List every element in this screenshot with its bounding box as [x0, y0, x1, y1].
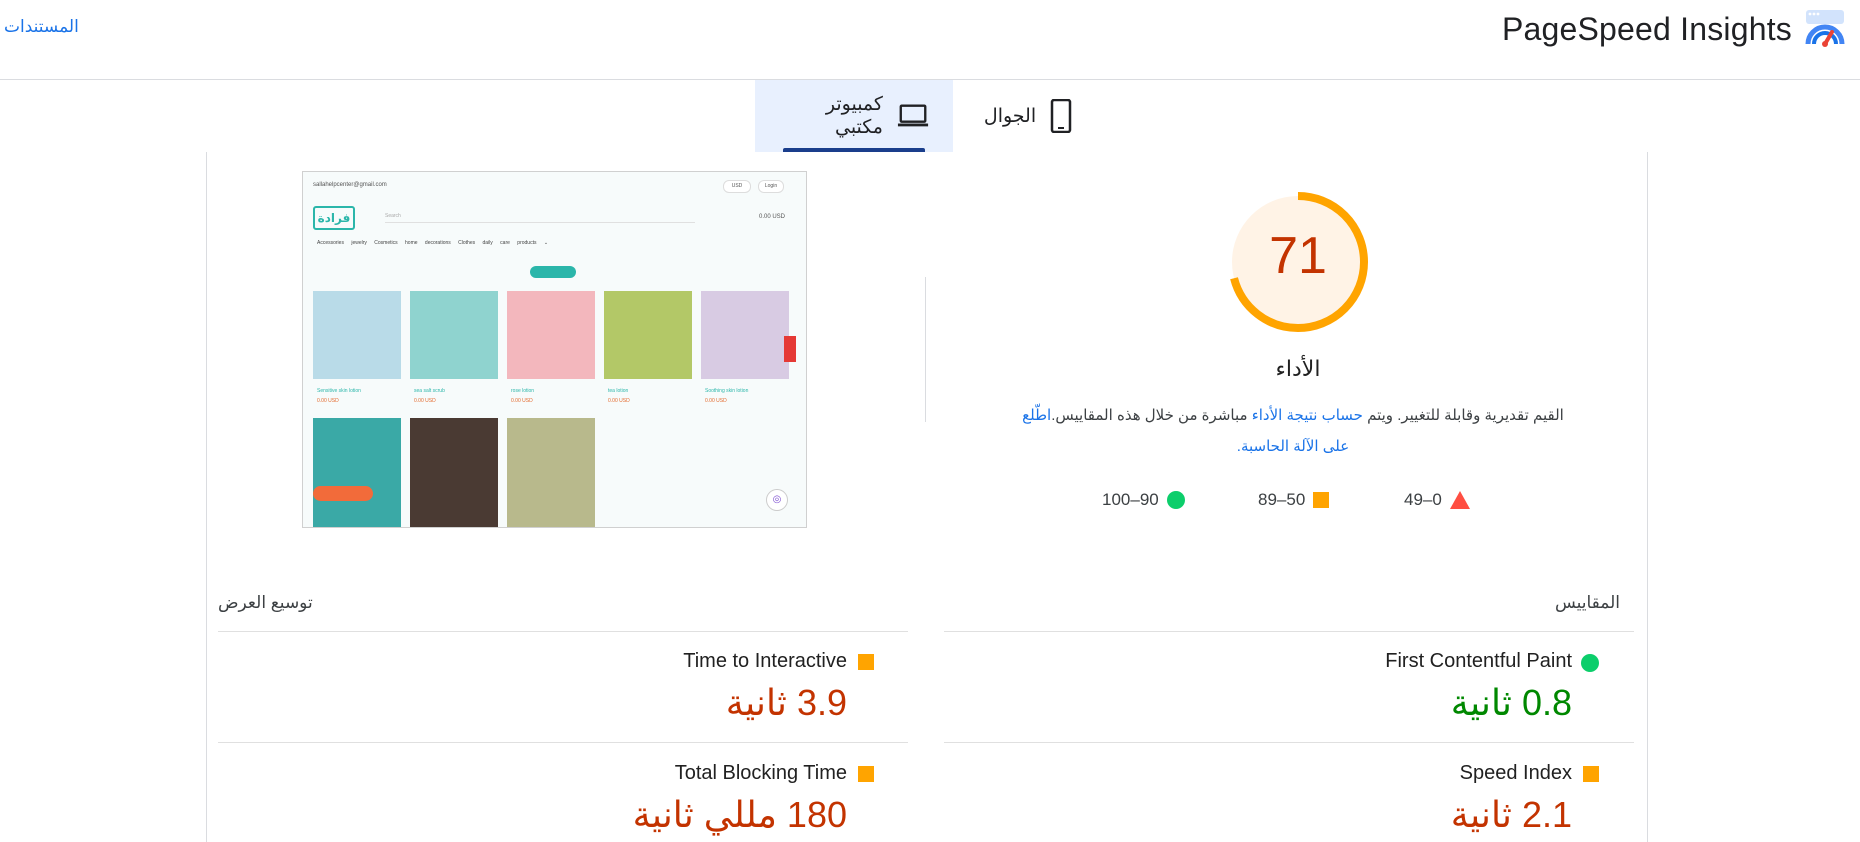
docs-link[interactable]: المستندات: [4, 17, 79, 37]
page-screenshot[interactable]: sallahelpcenter@gmail.com USD Login فراد…: [302, 171, 807, 528]
brand[interactable]: PageSpeed Insights: [1502, 8, 1846, 50]
circle-green-icon: [1581, 654, 1599, 672]
divider: [925, 277, 926, 422]
legend-poor: 0–49: [1404, 490, 1470, 510]
ss-nav: Accessories jewelry Cosmetics home decor…: [317, 240, 549, 246]
ss-product-image: [701, 291, 789, 379]
ss-logo: فرادة: [313, 206, 355, 230]
score-calc-link[interactable]: حساب نتيجة الأداء: [1252, 407, 1363, 424]
triangle-red-icon: [1449, 491, 1470, 509]
ss-cta-button: [530, 266, 576, 278]
ss-product-name: rose lotion: [511, 388, 535, 394]
legend-average-range: 50–89: [1258, 490, 1306, 509]
metric-tti-value: 3.9 ثانية: [725, 682, 847, 723]
ss-chat-icon: ◎: [766, 489, 788, 511]
legend-average: 50–89: [1258, 490, 1330, 510]
ss-product-image: [313, 291, 401, 379]
ss-product-name: tea lotion: [608, 388, 629, 394]
square-orange-icon: [1313, 492, 1330, 508]
ss-currency: USD: [723, 180, 751, 193]
square-orange-icon: [858, 654, 874, 670]
metric-fcp-value: 0.8 ثانية: [1450, 682, 1572, 723]
metric-tti-name: Time to Interactive: [683, 650, 847, 672]
ss-product-image: [604, 291, 692, 379]
top-bar: المستندات PageSpeed Insights: [0, 0, 1860, 80]
app-title: PageSpeed Insights: [1501, 10, 1792, 47]
ss-product-price: 0.00 USD: [317, 398, 339, 404]
square-orange-icon: [1583, 766, 1599, 782]
device-tabs: كمبيوتر مكتبي الجوال: [755, 80, 1103, 152]
metric-tbt-name: Total Blocking Time: [674, 762, 847, 784]
ss-product-price: 0.00 USD: [414, 398, 436, 404]
ss-product-image: [507, 291, 595, 379]
ss-product-name: sea salt scrub: [414, 388, 445, 394]
tab-desktop-label: كمبيوتر مكتبي: [825, 94, 883, 138]
desc-text-2: مباشرة من خلال هذه المقاييس.: [1051, 407, 1252, 424]
performance-description: القيم تقديرية وقابلة للتغيير. ويتم حساب …: [1010, 400, 1576, 462]
ss-product-price: 0.00 USD: [511, 398, 533, 404]
divider: [218, 742, 908, 743]
legend-good-range: 90–100: [1102, 490, 1159, 509]
tab-desktop[interactable]: كمبيوتر مكتبي: [755, 80, 953, 152]
desc-text-1: القيم تقديرية وقابلة للتغيير. ويتم: [1362, 407, 1564, 424]
divider: [944, 631, 1634, 632]
ss-email: sallahelpcenter@gmail.com: [313, 182, 387, 188]
divider: [944, 742, 1634, 743]
metric-si-name: Speed Index: [1459, 762, 1572, 784]
expand-view-toggle[interactable]: توسيع العرض: [218, 593, 313, 613]
laptop-icon: [897, 104, 929, 127]
legend-poor-range: 0–49: [1404, 490, 1442, 509]
metric-tti: Time to Interactive 3.9 ثانية: [275, 650, 875, 740]
ss-product-name: Sensitive skin lotion: [317, 388, 361, 394]
ss-product-price: 0.00 USD: [608, 398, 630, 404]
ss-product-image: [507, 418, 595, 527]
performance-score-value: 71: [1269, 227, 1327, 285]
ss-product-price: 0.00 USD: [705, 398, 727, 404]
performance-label: الأداء: [1275, 356, 1321, 381]
metric-si-value: 2.1 ثانية: [1450, 794, 1572, 835]
ss-login: Login: [758, 180, 784, 193]
score-legend: 0–49 50–89 90–100: [1100, 490, 1480, 520]
ss-side-tab: [784, 336, 796, 362]
circle-green-icon: [1166, 491, 1185, 509]
ss-product-image: [410, 291, 498, 379]
ss-product-image: [410, 418, 498, 527]
tab-mobile[interactable]: الجوال: [953, 80, 1103, 152]
ss-product-image: [313, 418, 401, 527]
legend-good: 90–100: [1102, 490, 1185, 510]
metric-speed-index: Speed Index 2.1 ثانية: [1000, 762, 1600, 842]
metric-tbt: Total Blocking Time 180 مللي ثانية: [275, 762, 875, 842]
metrics-heading: المقاييس: [1554, 593, 1620, 612]
pagespeed-logo-icon: [1805, 10, 1845, 47]
mobile-phone-icon: [1050, 99, 1072, 133]
metric-tbt-value: 180 مللي ثانية: [632, 794, 847, 835]
ss-whatsapp-button: [313, 486, 373, 501]
ss-product-name: Soothing skin lotion: [705, 388, 749, 394]
metric-fcp-name: First Contentful Paint: [1385, 650, 1572, 672]
square-orange-icon: [858, 766, 874, 782]
ss-cart: 0.00 USD: [759, 214, 786, 220]
metric-fcp: First Contentful Paint 0.8 ثانية: [1000, 650, 1600, 740]
tab-mobile-label: الجوال: [983, 105, 1037, 127]
ss-search: Search: [385, 210, 695, 223]
divider: [218, 631, 908, 632]
